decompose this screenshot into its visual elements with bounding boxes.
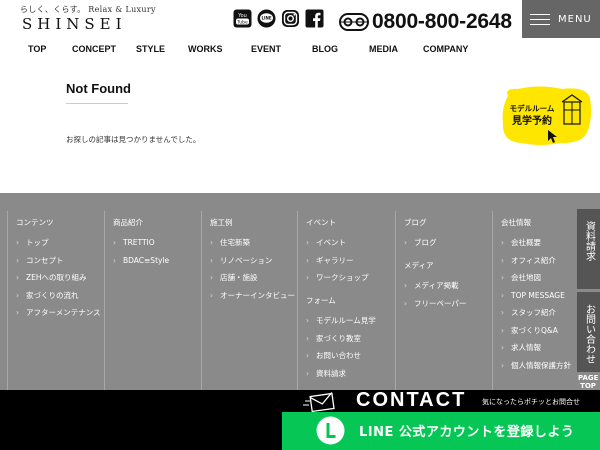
- footer-col-subhead: フォーム: [306, 296, 336, 305]
- footer-col-head: イベント: [306, 218, 336, 227]
- site-logo[interactable]: SHINSEI: [22, 15, 127, 33]
- footer-col-head: 会社情報: [501, 218, 531, 227]
- nav-item-blog[interactable]: BLOG: [312, 44, 338, 54]
- footer-link[interactable]: 求人情報: [501, 342, 578, 353]
- footer-link[interactable]: コンセプト: [16, 255, 103, 266]
- freedial-icon: [339, 13, 369, 31]
- footer-link[interactable]: 家づくりQ&A: [501, 325, 578, 336]
- footer-link[interactable]: 家づくり教室: [306, 333, 394, 344]
- footer-col-products: 商品紹介 TRETTIO BDAC≡Style: [104, 211, 201, 391]
- footer-link[interactable]: BDAC≡Style: [113, 255, 201, 266]
- footer-link[interactable]: ワークショップ: [306, 272, 394, 283]
- not-found-message: お探しの記事は見つかりませんでした。: [66, 135, 201, 144]
- logo-tagline: らしく、くらす。 Relax & Luxury: [20, 5, 156, 14]
- footer-link[interactable]: ブログ: [404, 237, 492, 248]
- line-register-label[interactable]: LINE 公式アカウントを登録しよう: [359, 421, 574, 440]
- menu-button[interactable]: MENU: [522, 0, 600, 38]
- footer-link[interactable]: お問い合わせ: [306, 350, 394, 361]
- envelope-icon: [303, 387, 341, 413]
- page-title: Not Found: [66, 81, 131, 96]
- footer-col-head: ブログ: [404, 218, 427, 227]
- line-logo-icon: [316, 416, 345, 445]
- nav-item-event[interactable]: EVENT: [251, 44, 281, 54]
- facebook-icon[interactable]: [305, 9, 324, 28]
- footer-col-head: コンテンツ: [16, 218, 54, 227]
- footer-link[interactable]: 個人情報保護方針: [501, 360, 578, 371]
- footer-link[interactable]: スタッフ紹介: [501, 307, 578, 318]
- footer-link[interactable]: フリーペーパー: [404, 298, 492, 309]
- nav-item-company[interactable]: COMPANY: [423, 44, 468, 54]
- footer-col-subhead: メディア: [404, 261, 434, 270]
- footer-col-contents: コンテンツ トップ コンセプト ZEHへの取り組み 家づくりの流れ アフターメン…: [7, 211, 103, 391]
- sns-links: You Tube LINE: [233, 9, 324, 28]
- footer-link[interactable]: 会社概要: [501, 237, 578, 248]
- footer-link[interactable]: オフィス紹介: [501, 255, 578, 266]
- side-tab-label: 資料請求: [583, 221, 595, 261]
- footer-link[interactable]: オーナーインタビュー: [210, 290, 297, 301]
- phone-number[interactable]: 0800-800-2648: [372, 10, 512, 34]
- youtube-icon[interactable]: You Tube: [233, 9, 252, 28]
- footer-link[interactable]: TOP MESSAGE: [501, 290, 578, 301]
- side-tab-contact[interactable]: お問い合わせ: [577, 292, 600, 372]
- footer-link[interactable]: 資料請求: [306, 368, 394, 379]
- contact-note: 気になったらポチッとお問合せ: [482, 398, 580, 406]
- hamburger-icon: [530, 10, 550, 29]
- footer-col-company: 会社情報 会社概要 オフィス紹介 会社地図 TOP MESSAGE スタッフ紹介…: [492, 211, 578, 391]
- footer-link[interactable]: イベント: [306, 237, 394, 248]
- model-room-reservation-badge[interactable]: モデルルーム 見学予約: [500, 86, 592, 146]
- footer-link[interactable]: メディア掲載: [404, 280, 492, 291]
- nav-item-style[interactable]: STYLE: [136, 44, 165, 54]
- nav-item-media[interactable]: MEDIA: [369, 44, 398, 54]
- footer-col-blog: ブログ ブログ メディア メディア掲載 フリーペーパー: [395, 211, 492, 391]
- instagram-icon[interactable]: [281, 9, 300, 28]
- contact-title[interactable]: CONTACT: [356, 389, 466, 412]
- badge-line1: モデルルーム: [510, 103, 555, 113]
- footer-link[interactable]: 店舗・施設: [210, 272, 297, 283]
- nav-item-works[interactable]: WORKS: [188, 44, 223, 54]
- line-icon[interactable]: LINE: [257, 9, 276, 28]
- footer-link[interactable]: 家づくりの流れ: [16, 290, 103, 301]
- svg-text:LINE: LINE: [261, 16, 271, 21]
- footer-link[interactable]: ZEHへの取り組み: [16, 272, 103, 283]
- footer-link[interactable]: ギャラリー: [306, 255, 394, 266]
- footer-col-head: 施工例: [210, 218, 233, 227]
- footer-link[interactable]: リノベーション: [210, 255, 297, 266]
- footer-link[interactable]: 住宅新築: [210, 237, 297, 248]
- menu-label: MENU: [558, 13, 592, 25]
- footer-col-works: 施工例 住宅新築 リノベーション 店舗・施設 オーナーインタビュー: [201, 211, 297, 391]
- nav-item-concept[interactable]: CONCEPT: [72, 44, 116, 54]
- side-tab-request-documents[interactable]: 資料請求: [577, 209, 600, 289]
- svg-text:Tube: Tube: [236, 19, 248, 25]
- nav-item-top[interactable]: TOP: [28, 44, 46, 54]
- footer-link[interactable]: アフターメンテナンス: [16, 307, 103, 318]
- phone-block[interactable]: 0800-800-2648: [339, 10, 512, 34]
- badge-line2: 見学予約: [511, 114, 552, 127]
- footer-link[interactable]: モデルルーム見学: [306, 315, 394, 326]
- side-tab-label: お問い合わせ: [583, 304, 595, 364]
- global-nav: TOP CONCEPT STYLE WORKS EVENT BLOG MEDIA…: [0, 44, 522, 56]
- footer-col-head: 商品紹介: [113, 218, 143, 227]
- title-underline: [66, 103, 128, 104]
- footer-col-event: イベント イベント ギャラリー ワークショップ フォーム モデルルーム見学 家づ…: [297, 211, 394, 391]
- page-top-button[interactable]: PAGE TOP: [578, 374, 598, 390]
- footer-link[interactable]: トップ: [16, 237, 103, 248]
- svg-text:You: You: [237, 13, 247, 19]
- footer-link[interactable]: 会社地図: [501, 272, 578, 283]
- footer-link[interactable]: TRETTIO: [113, 237, 201, 248]
